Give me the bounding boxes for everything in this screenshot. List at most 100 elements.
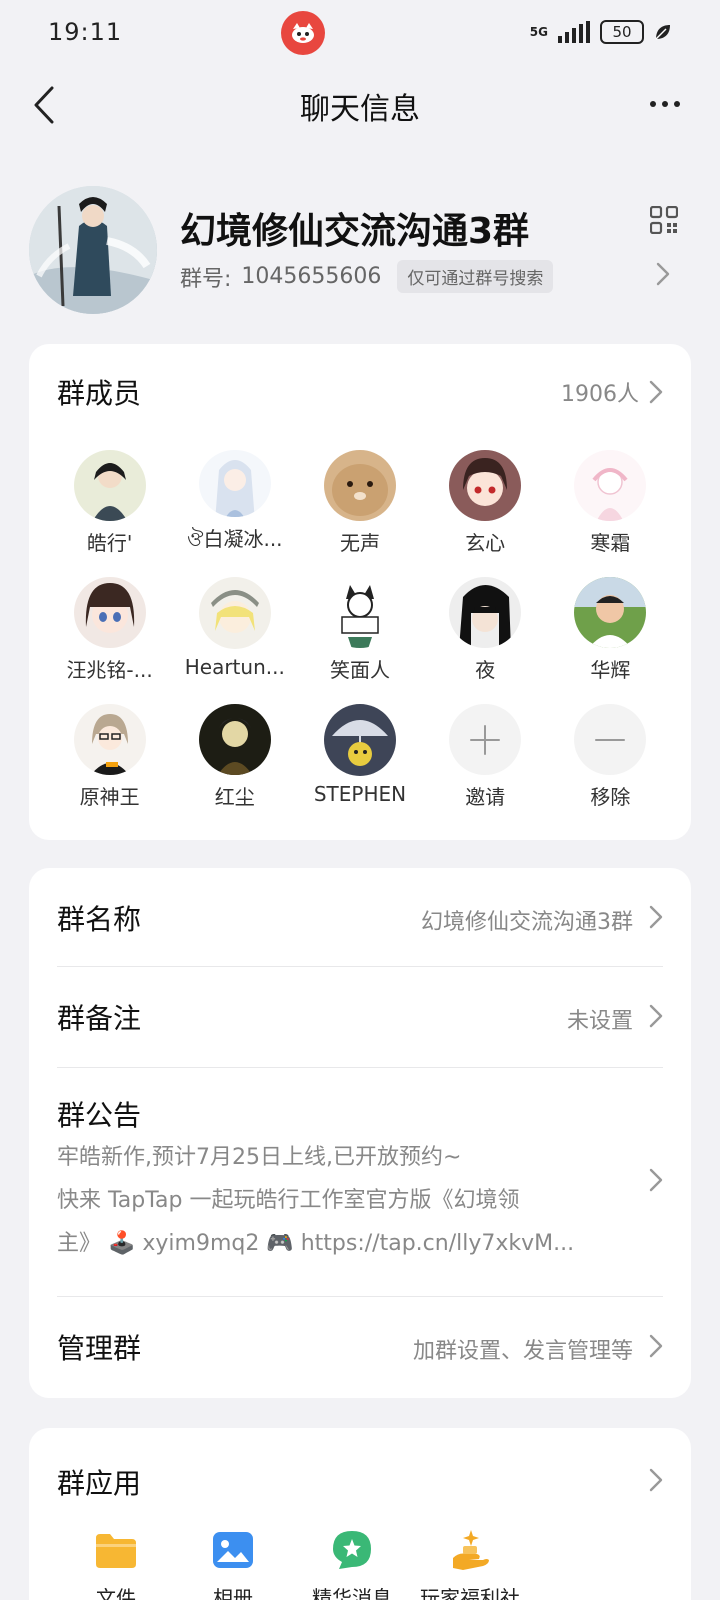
group-apps-grid: 文件 相册 精华消息 玩家福利社	[29, 1528, 691, 1600]
group-id-value: 1045655606	[241, 264, 382, 289]
app-album[interactable]: 相册	[168, 1528, 298, 1600]
group-name-row[interactable]: 群名称 幻境修仙交流沟通3群	[57, 868, 663, 966]
members-card: 群成员 1906人 皓行' ঔ白凝冰... 无声 玄心 寒霜 汪兆铭-... H…	[29, 344, 691, 840]
status-indicators: 5G 50	[530, 20, 672, 44]
group-apps-card: 群应用 文件 相册 精华消息 玩家福利社	[29, 1428, 691, 1600]
member-name: 寒霜	[590, 531, 631, 556]
app-files[interactable]: 文件	[51, 1528, 181, 1600]
member-item[interactable]: 皓行'	[47, 450, 172, 556]
group-remark-label: 群备注	[57, 1002, 142, 1035]
member-item[interactable]: 无声	[297, 450, 422, 556]
member-avatar[interactable]	[574, 450, 647, 522]
member-name: 华辉	[590, 658, 631, 683]
app-label: 精华消息	[312, 1586, 392, 1600]
members-header[interactable]: 群成员 1906人	[57, 372, 663, 412]
member-item[interactable]: Heartun...	[172, 577, 297, 683]
member-item[interactable]: 华辉	[548, 577, 673, 683]
member-avatar[interactable]	[323, 577, 396, 649]
members-count: 1906人	[561, 382, 639, 407]
group-apps-title: 群应用	[57, 1467, 142, 1500]
app-label: 相册	[213, 1586, 253, 1600]
battery-indicator: 50	[600, 20, 644, 44]
group-apps-header[interactable]: 群应用	[57, 1458, 663, 1502]
more-dot-icon	[674, 101, 680, 107]
members-count-link[interactable]: 1906人	[561, 376, 663, 408]
member-item[interactable]: 玄心	[423, 450, 548, 556]
leaf-icon	[655, 25, 670, 40]
invite-member-button[interactable]: 邀请	[423, 704, 548, 810]
group-avatar[interactable]	[29, 186, 157, 314]
manage-group-value: 加群设置、发言管理等	[412, 1339, 633, 1364]
network-type: 5G	[529, 25, 548, 39]
app-notification-icon	[281, 11, 325, 55]
plus-icon[interactable]	[449, 704, 522, 776]
member-item[interactable]: 汪兆铭-...	[47, 577, 172, 683]
minus-icon[interactable]	[574, 704, 647, 776]
invite-label: 邀请	[465, 785, 506, 810]
manage-group-label: 管理群	[57, 1332, 142, 1365]
group-name: 幻境修仙交流沟通3群	[180, 211, 530, 252]
notice-line: 主》 🕹️ xyim9mq2 🎮 https://tap.cn/lly7xkvM…	[57, 1231, 575, 1256]
settings-card: 群名称 幻境修仙交流沟通3群 群备注 未设置 群公告 牢皓新作,预计7月25日上…	[29, 868, 691, 1398]
search-restriction-tag: 仅可通过群号搜索	[397, 260, 554, 293]
member-item[interactable]: 笑面人	[297, 577, 422, 683]
member-name: 夜	[475, 658, 496, 683]
member-name: STEPHEN	[313, 782, 407, 806]
group-notice-row[interactable]: 群公告 牢皓新作,预计7月25日上线,已开放预约~ 快来 TapTap 一起玩皓…	[57, 1068, 663, 1292]
qr-code-icon[interactable]	[650, 206, 678, 234]
member-name: 玄心	[465, 531, 506, 556]
star-message-icon	[330, 1528, 374, 1572]
member-item[interactable]: 寒霜	[548, 450, 673, 556]
member-name: 红尘	[214, 785, 255, 810]
battery-level: 50	[612, 23, 632, 41]
nav-bar: 聊天信息	[0, 70, 720, 140]
member-name: 汪兆铭-...	[66, 658, 153, 683]
member-name: 笑面人	[329, 658, 390, 683]
member-avatar[interactable]	[73, 704, 146, 776]
member-item[interactable]: ঔ白凝冰...	[172, 450, 297, 556]
manage-group-row[interactable]: 管理群 加群设置、发言管理等	[57, 1297, 663, 1397]
remove-label: 移除	[590, 785, 631, 810]
member-avatar[interactable]	[73, 450, 146, 522]
member-avatar[interactable]	[198, 704, 271, 776]
member-avatar[interactable]	[449, 577, 522, 649]
member-grid: 皓行' ঔ白凝冰... 无声 玄心 寒霜 汪兆铭-... Heartun... …	[47, 450, 673, 810]
app-welfare[interactable]: 玩家福利社	[405, 1528, 535, 1600]
group-id-label: 群号:	[180, 266, 232, 292]
group-name-label: 群名称	[57, 903, 142, 936]
group-remark-row[interactable]: 群备注 未设置	[57, 967, 663, 1067]
member-name: 原神王	[79, 785, 140, 810]
member-name: ঔ白凝冰...	[187, 527, 283, 552]
app-essence[interactable]: 精华消息	[287, 1528, 417, 1600]
members-title: 群成员	[57, 377, 142, 410]
member-avatar[interactable]	[198, 577, 271, 649]
more-options-button[interactable]	[640, 84, 690, 124]
member-item[interactable]: 红尘	[172, 704, 297, 810]
member-name: Heartun...	[184, 655, 285, 679]
group-name-value: 幻境修仙交流沟通3群	[421, 910, 633, 935]
chevron-right-icon	[649, 1004, 663, 1028]
folder-icon	[94, 1528, 138, 1572]
remove-member-button[interactable]: 移除	[548, 704, 673, 810]
group-notice-text: 牢皓新作,预计7月25日上线,已开放预约~ 快来 TapTap 一起玩皓行工作室…	[57, 1136, 609, 1265]
chevron-right-icon	[649, 1468, 663, 1492]
status-bar: 19:11 5G 50	[0, 0, 720, 66]
member-avatar[interactable]	[73, 577, 146, 649]
group-header[interactable]: 幻境修仙交流沟通3群 群号: 1045655606 仅可通过群号搜索	[0, 180, 720, 320]
app-label: 玩家福利社	[420, 1586, 520, 1600]
member-avatar[interactable]	[323, 704, 396, 776]
group-notice-label: 群公告	[57, 1099, 142, 1132]
chevron-right-icon	[649, 1334, 663, 1358]
member-item[interactable]: 夜	[423, 577, 548, 683]
notice-line: 牢皓新作,预计7月25日上线,已开放预约~	[57, 1145, 462, 1170]
gift-hand-icon	[448, 1528, 492, 1572]
member-avatar[interactable]	[198, 450, 271, 518]
chevron-right-icon	[649, 905, 663, 929]
member-avatar[interactable]	[323, 450, 396, 522]
member-avatar[interactable]	[449, 450, 522, 522]
page-title: 聊天信息	[300, 92, 420, 127]
member-item[interactable]: STEPHEN	[297, 704, 422, 810]
member-name: 皓行'	[86, 531, 133, 556]
member-avatar[interactable]	[574, 577, 647, 649]
member-item[interactable]: 原神王	[47, 704, 172, 810]
